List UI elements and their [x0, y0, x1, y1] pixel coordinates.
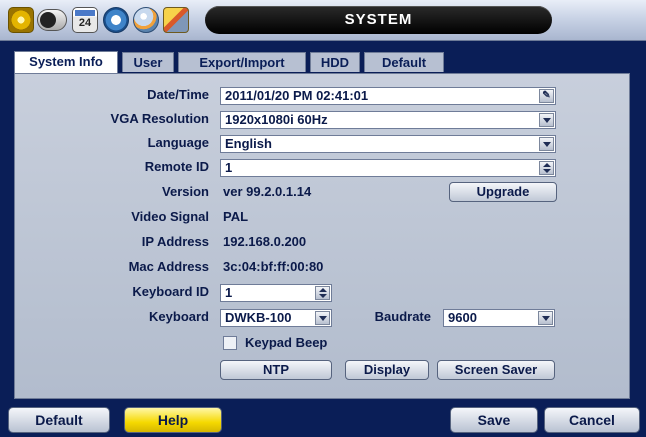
tab-hdd[interactable]: HDD [310, 52, 360, 72]
video-signal-label: Video Signal [131, 209, 209, 224]
keyboard-id-label: Keyboard ID [132, 284, 209, 299]
chevron-down-icon[interactable] [538, 311, 553, 325]
system-info-panel: Date/Time 2011/01/20 PM 02:41:01 ✎ VGA R… [14, 73, 630, 399]
mac-address-label: Mac Address [128, 259, 209, 274]
remote-id-stepper[interactable]: 1 [220, 159, 556, 177]
help-button[interactable]: Help [124, 407, 222, 433]
datetime-label: Date/Time [147, 87, 209, 102]
upgrade-button[interactable]: Upgrade [449, 182, 557, 202]
tab-system-info[interactable]: System Info [14, 51, 118, 74]
keypad-beep-checkbox[interactable] [223, 336, 237, 350]
tab-default[interactable]: Default [364, 52, 444, 72]
baudrate-label: Baudrate [374, 309, 431, 324]
tools-icon[interactable] [163, 7, 189, 33]
vga-resolution-label: VGA Resolution [110, 111, 209, 126]
sync-icon[interactable] [103, 7, 129, 33]
ntp-button[interactable]: NTP [220, 360, 332, 380]
tab-user[interactable]: User [122, 52, 174, 72]
save-button[interactable]: Save [450, 407, 538, 433]
datetime-value: 2011/01/20 PM 02:41:01 [225, 88, 369, 103]
top-menu-bar: 24 SYSTEM [0, 0, 646, 41]
gear-icon[interactable] [8, 7, 34, 33]
tab-export-import[interactable]: Export/Import [178, 52, 306, 72]
network-globe-icon[interactable] [133, 7, 159, 33]
keypad-beep-label: Keypad Beep [245, 335, 328, 350]
system-screen: 24 SYSTEM System Info User Export/Import… [0, 0, 646, 437]
version-label: Version [162, 184, 209, 199]
mac-address-value: 3c:04:bf:ff:00:80 [223, 259, 324, 274]
page-title: SYSTEM [205, 6, 552, 34]
chevron-down-icon[interactable] [315, 311, 330, 325]
datetime-field[interactable]: 2011/01/20 PM 02:41:01 ✎ [220, 87, 556, 105]
keyboard-select[interactable]: DWKB-100 [220, 309, 332, 327]
remote-id-value: 1 [225, 160, 233, 175]
language-select[interactable]: English [220, 135, 556, 153]
ip-address-value: 192.168.0.200 [223, 234, 307, 249]
screen-saver-button[interactable]: Screen Saver [437, 360, 555, 380]
display-button[interactable]: Display [345, 360, 429, 380]
default-button[interactable]: Default [8, 407, 110, 433]
power-toggle-icon[interactable] [37, 9, 67, 31]
ip-address-label: IP Address [141, 234, 209, 249]
spin-arrows-icon[interactable] [315, 286, 330, 300]
vga-resolution-value: 1920x1080i 60Hz [225, 112, 328, 127]
cancel-button[interactable]: Cancel [544, 407, 640, 433]
keyboard-label: Keyboard [149, 309, 209, 324]
calendar-icon[interactable]: 24 [72, 7, 98, 33]
chevron-down-icon[interactable] [539, 113, 554, 127]
chevron-down-icon[interactable] [539, 137, 554, 151]
keyboard-value: DWKB-100 [225, 310, 292, 325]
video-signal-value: PAL [223, 209, 249, 224]
language-label: Language [147, 135, 209, 150]
vga-resolution-select[interactable]: 1920x1080i 60Hz [220, 111, 556, 129]
keyboard-id-stepper[interactable]: 1 [220, 284, 332, 302]
remote-id-label: Remote ID [144, 159, 209, 174]
baudrate-value: 9600 [448, 310, 477, 325]
language-value: English [225, 136, 272, 151]
version-value: ver 99.2.0.1.14 [223, 184, 312, 199]
edit-pencil-icon[interactable]: ✎ [539, 89, 554, 103]
spin-arrows-icon[interactable] [539, 161, 554, 175]
baudrate-select[interactable]: 9600 [443, 309, 555, 327]
keyboard-id-value: 1 [225, 285, 233, 300]
